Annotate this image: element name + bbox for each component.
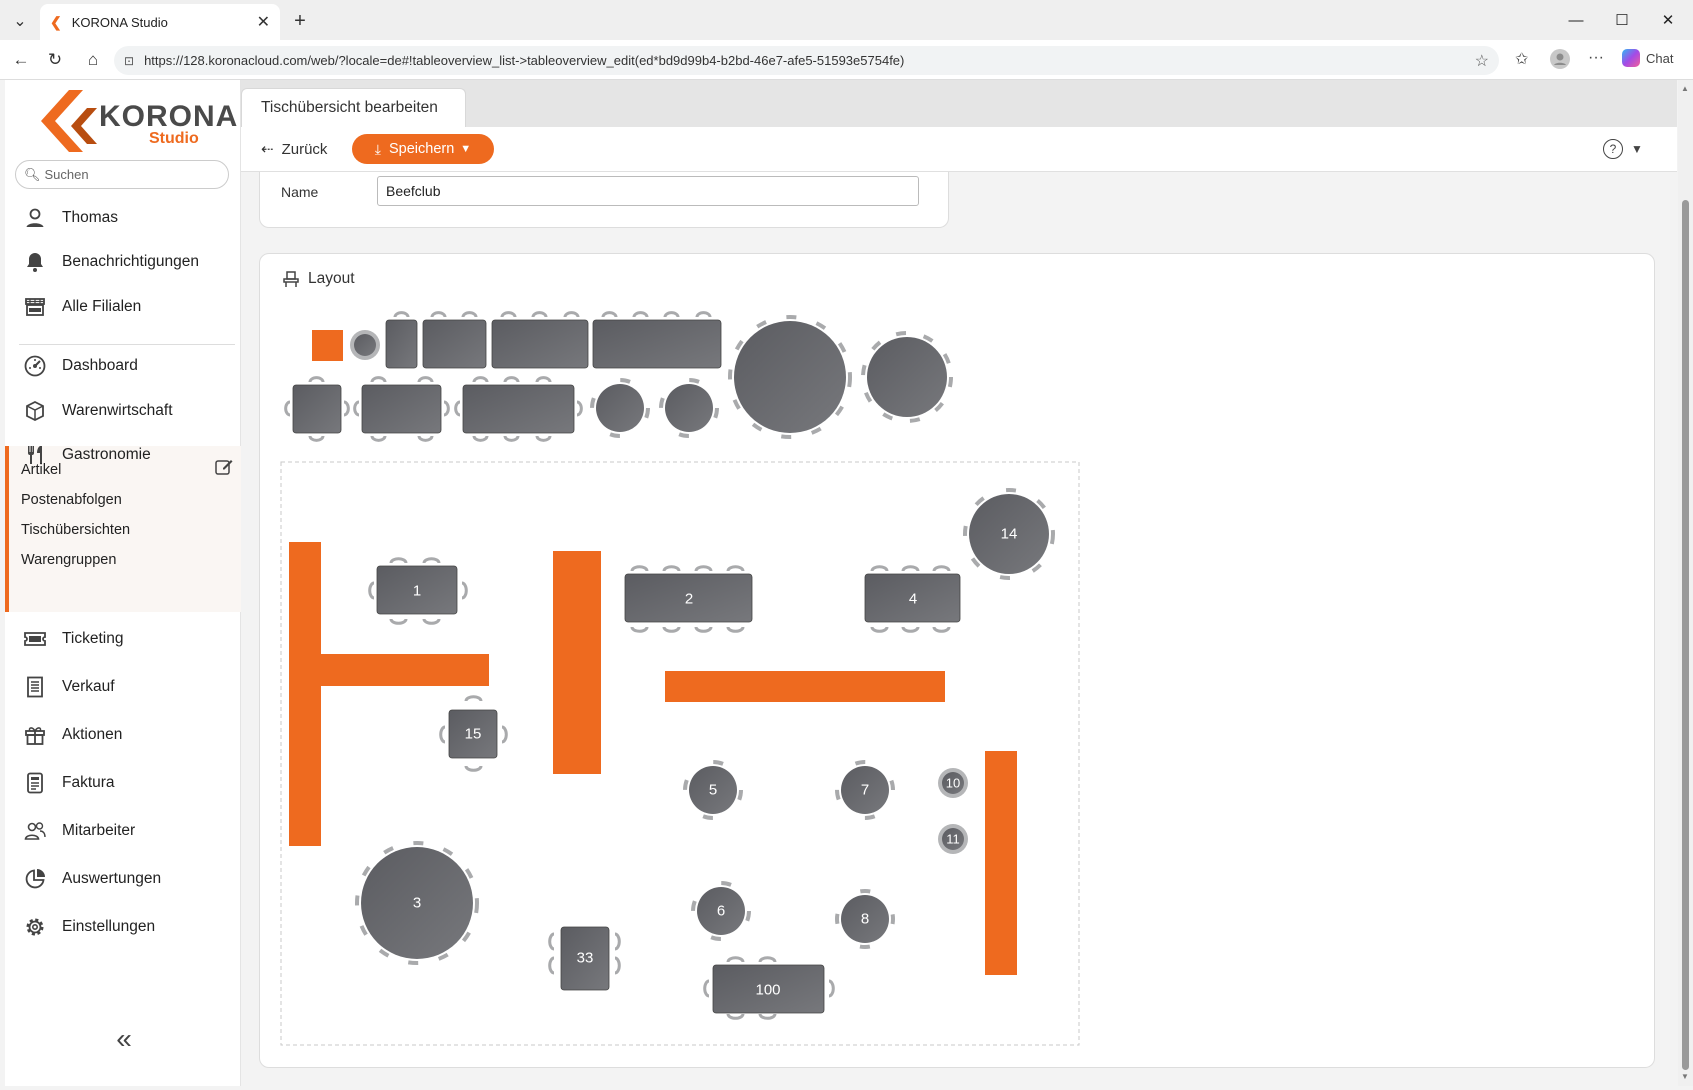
- layout-canvas[interactable]: [280, 461, 1080, 1046]
- table-4[interactable]: 4: [864, 565, 961, 633]
- table-number: 33: [577, 950, 594, 967]
- palette-table-round-small-4[interactable]: [659, 378, 719, 438]
- palette-table-round-medium[interactable]: [861, 331, 953, 423]
- table-15[interactable]: 15: [439, 695, 508, 772]
- table-number: 100: [755, 982, 780, 999]
- table-11[interactable]: 11: [938, 824, 968, 854]
- table-number: 15: [465, 726, 482, 743]
- table-14[interactable]: 14: [963, 488, 1055, 580]
- table-number: 1: [413, 583, 421, 600]
- table-10[interactable]: 10: [938, 768, 968, 798]
- palette-table-6-seat-rect[interactable]: [491, 311, 589, 369]
- scroll-down-icon[interactable]: ▼: [1681, 1072, 1689, 1081]
- table-number: 2: [685, 591, 693, 608]
- wall-element[interactable]: [985, 751, 1017, 975]
- scroll-up-icon[interactable]: ▲: [1681, 84, 1689, 93]
- floor-plan: 1 2 4 14 15 5 7 10 11 3 6 8 33 100: [280, 311, 1080, 1046]
- palette-table-10-seat-rect[interactable]: [454, 376, 583, 442]
- wall-element[interactable]: [321, 654, 489, 686]
- table-5[interactable]: 5: [683, 760, 743, 820]
- palette-table-2-seat[interactable]: [385, 311, 418, 369]
- scrollbar-thumb[interactable]: [1682, 200, 1689, 1070]
- table-6[interactable]: 6: [691, 881, 751, 941]
- palette-wall-element[interactable]: [312, 330, 343, 361]
- table-8[interactable]: 8: [835, 889, 895, 949]
- palette-table-4-seat-square[interactable]: [284, 376, 350, 442]
- table-number: 11: [946, 832, 960, 847]
- table-number: 10: [946, 776, 960, 791]
- palette-table-6-seat-rect-2[interactable]: [353, 376, 450, 442]
- palette-table-round-large[interactable]: [728, 315, 852, 439]
- table-number: 5: [709, 782, 717, 799]
- table-100[interactable]: 100: [703, 956, 835, 1020]
- table-2[interactable]: 2: [624, 565, 753, 633]
- table-3[interactable]: 3: [355, 841, 479, 965]
- table-33[interactable]: 33: [548, 926, 621, 991]
- table-number: 6: [717, 903, 725, 920]
- table-number: 8: [861, 911, 869, 928]
- palette-table-4-seat-rect[interactable]: [422, 311, 487, 369]
- table-number: 14: [1001, 526, 1018, 543]
- palette-table-round-small-2[interactable]: [590, 378, 650, 438]
- wall-element[interactable]: [665, 671, 945, 702]
- table-7[interactable]: 7: [835, 760, 895, 820]
- table-number: 7: [861, 782, 869, 799]
- palette-table-8-seat-rect[interactable]: [592, 311, 722, 369]
- palette-row-2: [284, 376, 719, 442]
- wall-element[interactable]: [553, 551, 601, 774]
- palette-stool[interactable]: [350, 330, 380, 360]
- wall-element[interactable]: [289, 542, 321, 846]
- table-number: 3: [413, 895, 421, 912]
- table-number: 4: [909, 591, 917, 608]
- page-scrollbar[interactable]: ▲ ▼: [1678, 80, 1693, 1086]
- table-1[interactable]: 1: [368, 557, 468, 625]
